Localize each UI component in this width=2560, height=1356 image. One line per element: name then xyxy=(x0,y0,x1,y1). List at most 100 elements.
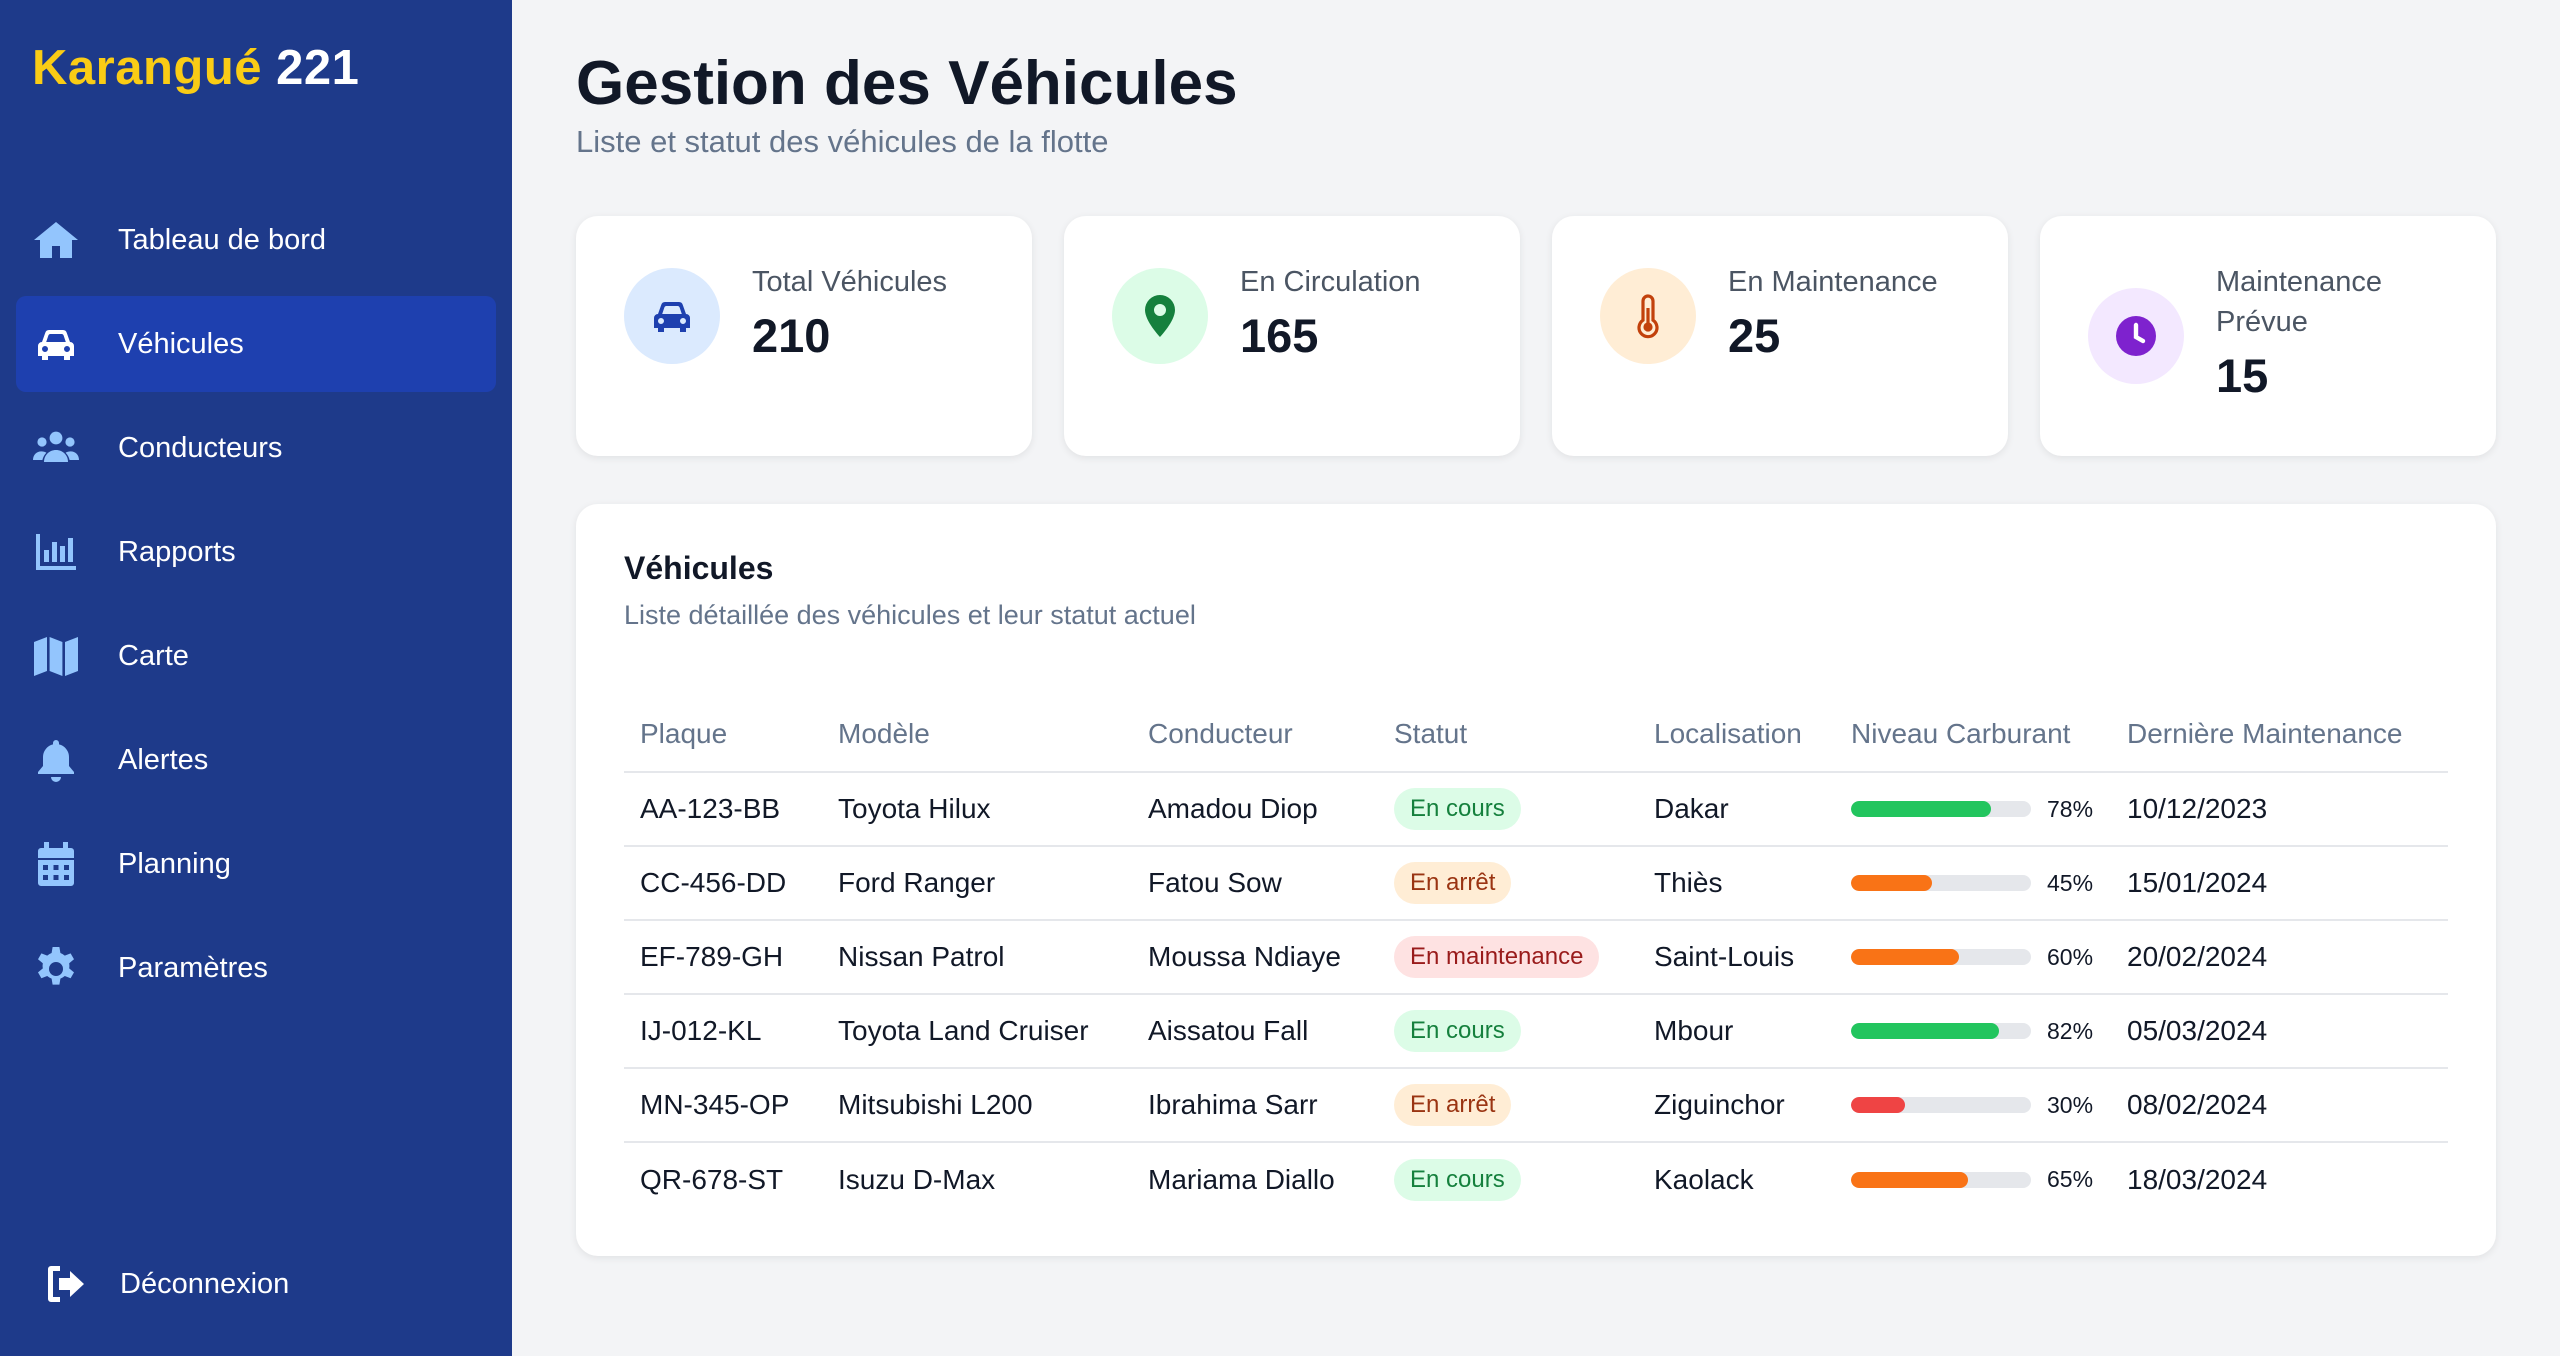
sidebar-item-label: Tableau de bord xyxy=(118,223,326,256)
logout-button[interactable]: Déconnexion xyxy=(40,1258,289,1310)
table-row[interactable]: QR-678-ST Isuzu D-Max Mariama Diallo En cou… xyxy=(624,1142,2448,1216)
fuel-bar xyxy=(1851,875,2031,891)
sidebar: Karangué 221 Tableau de bord Véhicules C… xyxy=(0,0,512,1356)
stat-label: En Circulation xyxy=(1240,266,1421,298)
cell-plaque: CC-456-DD xyxy=(624,846,822,921)
cell-maintenance: 05/03/2024 xyxy=(2111,994,2448,1069)
column-header[interactable]: Plaque xyxy=(624,696,822,773)
fuel-level: 30% xyxy=(1851,1092,2111,1119)
vehicles-table-card: Véhicules Liste détaillée des véhicules … xyxy=(576,504,2496,1256)
stat-value: 15 xyxy=(2216,349,2269,402)
status-badge: En arrêt xyxy=(1394,862,1512,904)
sidebar-item-drivers[interactable]: Conducteurs xyxy=(16,400,496,496)
fuel-bar-fill xyxy=(1851,1023,1999,1039)
table-row[interactable]: EF-789-GH Nissan Patrol Moussa Ndiaye En ma… xyxy=(624,920,2448,995)
sidebar-item-alerts[interactable]: Alertes xyxy=(16,712,496,808)
car-icon xyxy=(624,268,720,364)
sidebar-item-map[interactable]: Carte xyxy=(16,608,496,704)
clock-icon xyxy=(2088,288,2184,384)
sidebar-item-label: Paramètres xyxy=(118,951,268,984)
table-row[interactable]: CC-456-DD Ford Ranger Fatou Sow En arrêt Thi… xyxy=(624,846,2448,921)
fuel-level: 45% xyxy=(1851,870,2111,897)
fuel-bar xyxy=(1851,1023,2031,1039)
sidebar-item-planning[interactable]: Planning xyxy=(16,816,496,912)
cell-maintenance: 10/12/2023 xyxy=(2111,772,2448,847)
table-subtitle: Liste détaillée des véhicules et leur st… xyxy=(624,600,1196,630)
sidebar-item-settings[interactable]: Paramètres xyxy=(16,920,496,1016)
fuel-bar-fill xyxy=(1851,875,1932,891)
cell-maintenance: 15/01/2024 xyxy=(2111,846,2448,921)
logout-label: Déconnexion xyxy=(120,1267,290,1300)
cell-plaque: EF-789-GH xyxy=(624,920,822,995)
column-header[interactable]: Dernière Maintenance xyxy=(2111,696,2448,773)
cell-conducteur: Aissatou Fall xyxy=(1132,994,1378,1069)
cell-localisation: Thiès xyxy=(1638,846,1835,921)
fuel-percent: 82% xyxy=(2047,1017,2094,1044)
cell-carburant: 78% xyxy=(1835,772,2111,847)
cell-maintenance: 18/03/2024 xyxy=(2127,1163,2268,1195)
status-badge: En arrêt xyxy=(1394,1084,1512,1126)
table-row[interactable]: IJ-012-KL Toyota Land Cruiser Aissatou Fal… xyxy=(624,994,2448,1069)
stat-value: 165 xyxy=(1240,309,1319,362)
stats-row: Total Véhicules 210 En Circulation 165 E… xyxy=(576,216,2496,456)
stat-value: 210 xyxy=(752,309,831,362)
sidebar-item-reports[interactable]: Rapports xyxy=(16,504,496,600)
cell-localisation: Dakar xyxy=(1638,772,1835,847)
cell-statut: En maintenance xyxy=(1378,920,1638,995)
fuel-percent: 65% xyxy=(2047,1166,2094,1192)
cell-modele: Toyota Hilux xyxy=(822,772,1132,847)
sidebar-nav: Tableau de bord Véhicules Conducteurs Ra… xyxy=(16,192,496,1024)
fuel-bar-fill xyxy=(1851,1171,1968,1188)
stat-card-maintenance: En Maintenance 25 xyxy=(1552,216,2008,456)
sidebar-item-label: Rapports xyxy=(118,535,236,568)
column-header[interactable]: Statut xyxy=(1378,696,1638,773)
column-header[interactable]: Modèle xyxy=(822,696,1132,773)
stat-value: 25 xyxy=(1728,309,1781,362)
sidebar-item-label: Conducteurs xyxy=(118,431,283,464)
fuel-bar xyxy=(1851,1097,2031,1113)
map-pin-icon xyxy=(1112,268,1208,364)
cell-plaque: IJ-012-KL xyxy=(624,994,822,1069)
table-row[interactable]: MN-345-OP Mitsubishi L200 Ibrahima Sarr En … xyxy=(624,1068,2448,1143)
fuel-level: 65% xyxy=(1851,1166,2111,1193)
sidebar-item-label: Carte xyxy=(118,639,189,672)
cell-plaque: MN-345-OP xyxy=(624,1068,822,1143)
status-badge: En cours xyxy=(1394,1158,1521,1201)
cell-conducteur: Amadou Diop xyxy=(1132,772,1378,847)
fuel-bar xyxy=(1851,801,2031,817)
thermometer-icon xyxy=(1600,268,1696,364)
table-row[interactable]: AA-123-BB Toyota Hilux Amadou Diop En cours… xyxy=(624,772,2448,847)
status-badge: En maintenance xyxy=(1394,936,1600,978)
table-title: Véhicules xyxy=(624,550,774,586)
fuel-percent: 78% xyxy=(2047,795,2094,822)
stat-label: En Maintenance xyxy=(1728,266,1938,298)
cell-carburant: 82% xyxy=(1835,994,2111,1069)
cell-localisation: Kaolack xyxy=(1654,1163,1754,1195)
sidebar-item-dashboard[interactable]: Tableau de bord xyxy=(16,192,496,288)
status-badge: En cours xyxy=(1394,1010,1521,1052)
fuel-level: 82% xyxy=(1851,1018,2111,1045)
fuel-percent: 30% xyxy=(2047,1091,2094,1118)
cell-plaque: QR-678-ST xyxy=(640,1163,784,1195)
column-header[interactable]: Conducteur xyxy=(1132,696,1378,773)
cell-carburant: 60% xyxy=(1835,920,2111,995)
sidebar-item-vehicles[interactable]: Véhicules xyxy=(16,296,496,392)
home-icon xyxy=(30,214,82,266)
cell-carburant: 30% xyxy=(1835,1068,2111,1143)
sidebar-item-label: Alertes xyxy=(118,743,209,776)
sidebar-item-label: Planning xyxy=(118,847,231,880)
fuel-level: 60% xyxy=(1851,944,2111,971)
cell-conducteur: Fatou Sow xyxy=(1132,846,1378,921)
status-badge: En cours xyxy=(1394,788,1521,830)
page-subtitle: Liste et statut des véhicules de la flot… xyxy=(576,124,1109,159)
column-header[interactable]: Localisation xyxy=(1638,696,1835,773)
map-icon xyxy=(30,630,82,682)
cell-modele: Toyota Land Cruiser xyxy=(822,994,1132,1069)
column-header[interactable]: Niveau Carburant xyxy=(1835,696,2111,773)
cell-maintenance: 20/02/2024 xyxy=(2111,920,2448,995)
brand-logo[interactable]: Karangué 221 xyxy=(32,40,359,96)
calendar-icon xyxy=(30,838,82,890)
users-icon xyxy=(30,422,82,474)
cell-statut: En cours xyxy=(1378,772,1638,847)
bell-icon xyxy=(30,734,82,786)
